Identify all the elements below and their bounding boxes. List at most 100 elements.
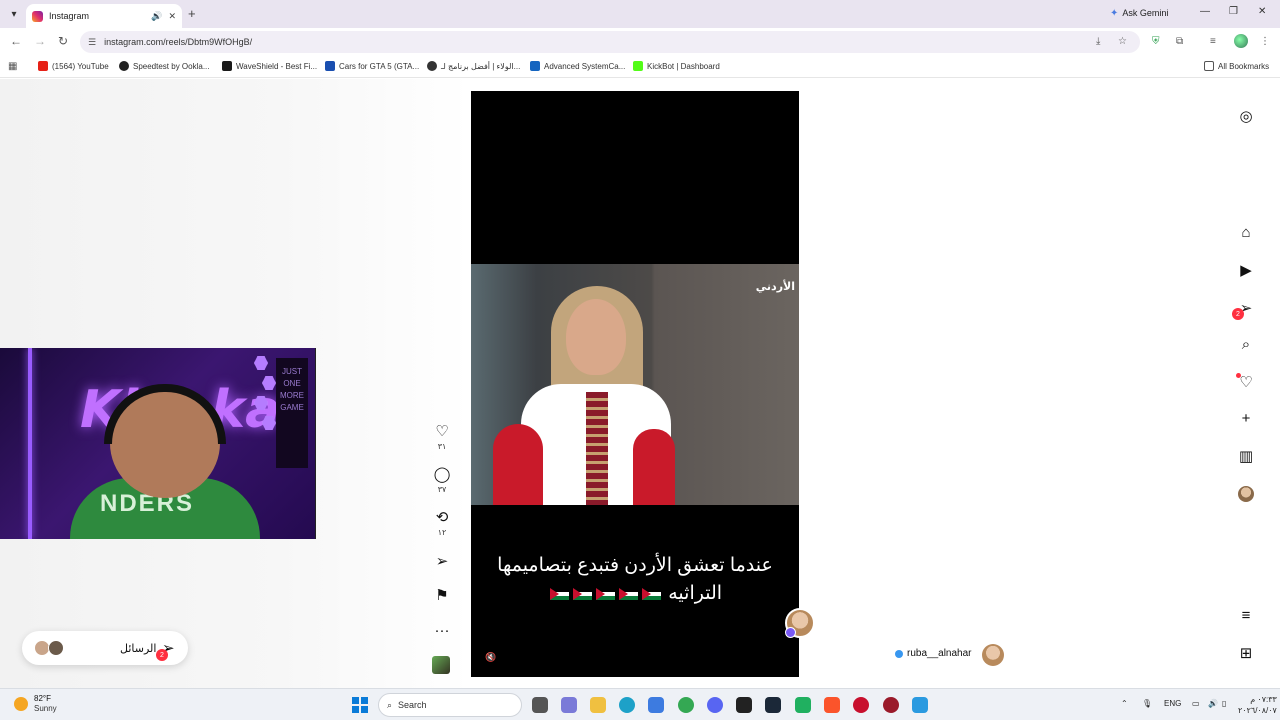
taskbar-clock[interactable]: ٠٧:٣٣ م ٢٠٢٦/٠٨/٠٧ (1238, 694, 1277, 716)
folder-icon (1204, 61, 1214, 71)
bookmark-youtube[interactable]: (1564) YouTube (38, 61, 109, 71)
dashboard-icon[interactable]: ▥ (1234, 447, 1258, 465)
mute-toggle-icon[interactable]: 🔇 (485, 652, 496, 663)
messages-pill[interactable]: الرسائل ➢ 2 (22, 631, 188, 665)
windows-taskbar: 82°F Sunny ⌕ Search ⌃ 🎙 ENG ▭ 🔊 ▯ ٠٧:٣٣ … (0, 688, 1280, 720)
more-dots-icon: ··· (434, 622, 450, 639)
apps-grid-icon[interactable]: ▦ (8, 61, 17, 72)
like-button[interactable]: ♡ ٣١ (430, 424, 454, 452)
profile-avatar[interactable] (1234, 34, 1248, 48)
taskbar-search[interactable]: ⌕ Search (378, 693, 522, 717)
tab-strip: ▾ Instagram 🔊 ✕ + ✦ Ask Gemini — ❐ ✕ (0, 0, 1280, 28)
hex-light (254, 356, 268, 370)
reel-author-avatar[interactable] (785, 608, 815, 638)
url-text: instagram.com/reels/Dbtm9WfOHgB/ (104, 37, 253, 47)
audio-track-thumbnail[interactable] (432, 656, 450, 674)
home-icon[interactable]: ⌂ (1234, 224, 1258, 241)
reel-video[interactable]: الأردني عندما تعشق الأردن فتبدع بتصاميمه… (471, 91, 799, 677)
tab-search-icon[interactable]: ▾ (4, 4, 24, 24)
comment-button[interactable]: ◯ ٣٧ (430, 467, 454, 495)
start-windows-icon[interactable] (352, 697, 368, 713)
extensions-puzzle-icon[interactable]: ⧉ (1176, 36, 1183, 47)
reels-icon[interactable]: ▶ (1234, 261, 1258, 279)
bookmark-gta-cars[interactable]: Cars for GTA 5 (GTA... (325, 61, 419, 71)
bookmark-speedtest[interactable]: Speedtest by Ookla... (119, 61, 210, 71)
app-red-icon[interactable] (853, 697, 869, 713)
copilot-icon[interactable] (561, 697, 577, 713)
brave-icon[interactable] (824, 697, 840, 713)
kickbot-icon (633, 61, 643, 71)
repost-icon: ⟲ (435, 509, 449, 526)
repost-button[interactable]: ⟲ ١٢ (430, 509, 454, 538)
discord-icon[interactable] (707, 697, 723, 713)
alwalaa-icon (427, 61, 437, 71)
more-options-button[interactable]: ··· (430, 623, 454, 639)
neon-strip (28, 348, 32, 539)
tab-instagram[interactable]: Instagram 🔊 ✕ (26, 4, 182, 28)
install-app-icon[interactable]: ⤓ (1096, 36, 1100, 47)
store-icon[interactable] (648, 697, 664, 713)
maximize-button[interactable]: ❐ (1229, 6, 1238, 17)
youtube-icon (38, 61, 48, 71)
minimize-button[interactable]: — (1200, 6, 1210, 17)
bookmark-kickbot[interactable]: KickBot | Dashboard (633, 61, 720, 71)
chrome-icon[interactable] (678, 697, 694, 713)
file-explorer-icon[interactable] (590, 697, 606, 713)
also-from-meta-icon[interactable]: ⊞ (1234, 644, 1258, 662)
back-arrow-icon[interactable]: ← (10, 34, 22, 48)
weather-temp: 82°F (34, 694, 51, 703)
new-tab-button[interactable]: + (188, 6, 196, 21)
bookmark-waveshield[interactable]: WaveShield - Best Fi... (222, 61, 317, 71)
search-icon[interactable]: ⌕ (1234, 336, 1258, 353)
author-avatar[interactable] (982, 644, 1004, 666)
share-button[interactable]: ➢ (430, 554, 454, 570)
create-plus-icon[interactable]: + (1234, 410, 1258, 427)
language-indicator[interactable]: ENG (1164, 699, 1181, 708)
tray-expand-icon[interactable]: ⌃ (1121, 699, 1128, 708)
bookmark-advanced-systemcare[interactable]: Advanced SystemCa... (530, 61, 625, 71)
bookmark-star-icon[interactable]: ☆ (1118, 36, 1127, 47)
site-info-icon[interactable]: ☰ (88, 37, 96, 48)
bookmark-alwalaa[interactable]: الولاء | أفضل برنامج لـ... (427, 61, 520, 71)
instagram-logo-icon[interactable]: ◎ (1234, 107, 1258, 125)
reload-icon[interactable]: ↻ (58, 34, 68, 48)
epic-games-icon[interactable] (736, 697, 752, 713)
forward-arrow-icon[interactable]: → (34, 34, 46, 48)
close-tab-icon[interactable]: ✕ (168, 11, 176, 22)
close-window-button[interactable]: ✕ (1258, 6, 1266, 17)
steam-icon[interactable] (765, 697, 781, 713)
address-bar[interactable]: ☰ instagram.com/reels/Dbtm9WfOHgB/ (80, 31, 1140, 53)
battery-icon[interactable]: ▯ (1222, 699, 1226, 708)
browser-toolbar: ← → ↻ ☰ instagram.com/reels/Dbtm9WfOHgB/… (0, 28, 1280, 56)
bookmark-label: (1564) YouTube (52, 61, 109, 71)
sun-icon (14, 697, 28, 711)
profile-avatar[interactable] (1238, 486, 1254, 502)
waveshield-icon (222, 61, 232, 71)
media-controls-icon[interactable]: ≡ (1210, 36, 1216, 47)
browser-menu-icon[interactable]: ⋮ (1260, 36, 1270, 47)
volume-icon[interactable]: 🔊 (1208, 699, 1218, 708)
microphone-icon[interactable]: 🎙 (1142, 699, 1152, 708)
hamburger-menu-icon[interactable]: ≡ (1234, 607, 1258, 624)
adblock-shield-icon[interactable]: ⛨ (1152, 36, 1160, 47)
save-button[interactable]: ⚑ (430, 588, 454, 604)
app-red2-icon[interactable] (883, 697, 899, 713)
bookmarks-bar: ▦ (1564) YouTube Speedtest by Ookla... W… (0, 56, 1280, 78)
reel-author[interactable]: ruba__alnahar (895, 648, 972, 659)
app-blue-icon[interactable] (912, 697, 928, 713)
ask-gemini-button[interactable]: ✦ Ask Gemini (1104, 4, 1174, 22)
app-green-icon[interactable] (795, 697, 811, 713)
weather-condition: Sunny (34, 704, 57, 713)
task-view-icon[interactable] (532, 697, 548, 713)
all-bookmarks-folder[interactable]: All Bookmarks (1204, 61, 1269, 71)
edge-browser-icon[interactable] (619, 697, 635, 713)
speaker-icon[interactable]: 🔊 (151, 11, 162, 22)
story-badge-icon (785, 627, 796, 638)
weather-widget[interactable]: 82°F Sunny (14, 694, 57, 714)
clock-date: ٢٠٢٦/٠٨/٠٧ (1238, 706, 1277, 715)
speedtest-icon (119, 61, 129, 71)
tab-title: Instagram (49, 11, 90, 21)
network-icon[interactable]: ▭ (1192, 699, 1200, 708)
systemcare-icon (530, 61, 540, 71)
ask-gemini-label: Ask Gemini (1122, 8, 1169, 18)
